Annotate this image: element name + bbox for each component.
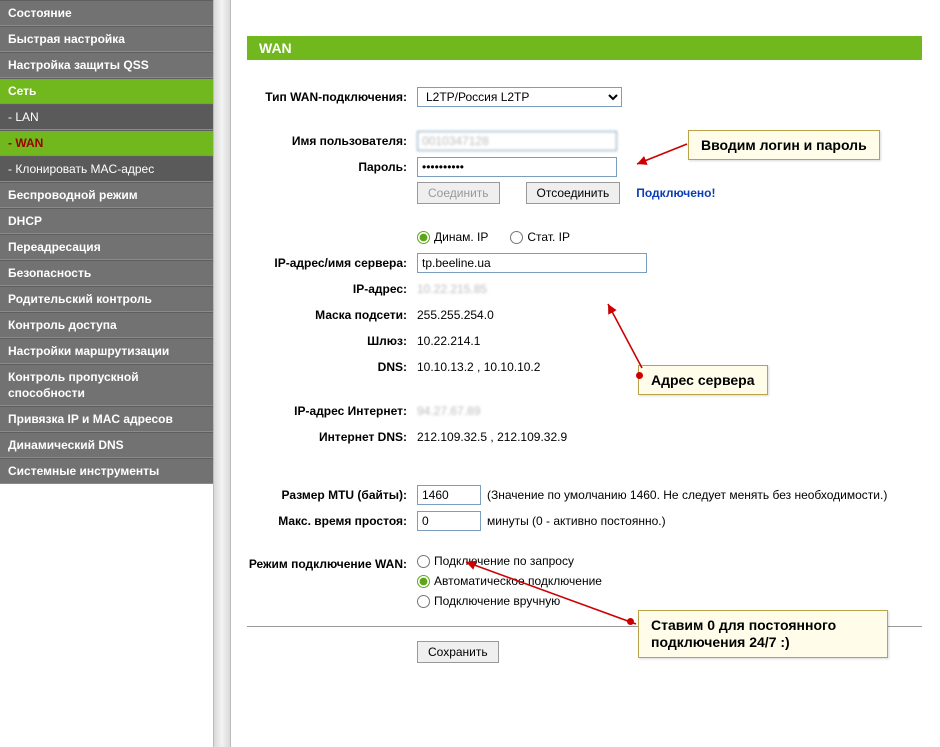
- username-label: Имя пользователя:: [247, 134, 417, 148]
- connect-button[interactable]: Соединить: [417, 182, 500, 204]
- sidebar-item-17[interactable]: Системные инструменты: [0, 458, 213, 484]
- disconnect-button[interactable]: Отсоединить: [526, 182, 621, 204]
- sidebar-item-2[interactable]: Настройка защиты QSS: [0, 52, 213, 78]
- gw-label: Шлюз:: [247, 334, 417, 348]
- gw-value: 10.22.214.1: [417, 334, 480, 348]
- server-label: IP-адрес/имя сервера:: [247, 256, 417, 270]
- sidebar: СостояниеБыстрая настройкаНастройка защи…: [0, 0, 213, 747]
- divider: [247, 626, 922, 627]
- idle-input[interactable]: [417, 511, 481, 531]
- sidebar-item-5[interactable]: - WAN: [0, 130, 213, 156]
- idle-hint: минуты (0 - активно постоянно.): [487, 514, 666, 528]
- mtu-label: Размер MTU (байты):: [247, 488, 417, 502]
- sidebar-item-12[interactable]: Контроль доступа: [0, 312, 213, 338]
- dynip-radio[interactable]: Динам. IP: [417, 230, 488, 244]
- mask-label: Маска подсети:: [247, 308, 417, 322]
- sidebar-item-11[interactable]: Родительский контроль: [0, 286, 213, 312]
- sidebar-item-8[interactable]: DHCP: [0, 208, 213, 234]
- sidebar-item-0[interactable]: Состояние: [0, 0, 213, 26]
- mtu-hint: (Значение по умолчанию 1460. Не следует …: [487, 488, 887, 502]
- sidebar-item-10[interactable]: Безопасность: [0, 260, 213, 286]
- dot-icon: [627, 618, 634, 625]
- save-button[interactable]: Сохранить: [417, 641, 499, 663]
- dns-label: DNS:: [247, 360, 417, 374]
- mode-manual-radio[interactable]: Подключение вручную: [417, 594, 560, 608]
- sidebar-item-13[interactable]: Настройки маршрутизации: [0, 338, 213, 364]
- wan-type-label: Тип WAN-подключения:: [247, 90, 417, 104]
- wan-type-select[interactable]: L2TP/Россия L2TP: [417, 87, 622, 107]
- mode-demand-radio[interactable]: Подключение по запросу: [417, 554, 574, 568]
- username-input[interactable]: [417, 131, 617, 151]
- mode-auto-radio[interactable]: Автоматическое подключение: [417, 574, 602, 588]
- mask-value: 255.255.254.0: [417, 308, 494, 322]
- sidebar-item-16[interactable]: Динамический DNS: [0, 432, 213, 458]
- inetdns-label: Интернет DNS:: [247, 430, 417, 444]
- sidebar-item-14[interactable]: Контроль пропускной способности: [0, 364, 213, 406]
- connection-status: Подключено!: [636, 186, 715, 200]
- sidebar-item-4[interactable]: - LAN: [0, 104, 213, 130]
- inetdns-value: 212.109.32.5 , 212.109.32.9: [417, 430, 567, 444]
- password-input[interactable]: [417, 157, 617, 177]
- inetip-label: IP-адрес Интернет:: [247, 404, 417, 418]
- dot-icon: [636, 372, 643, 379]
- ip-label: IP-адрес:: [247, 282, 417, 296]
- password-label: Пароль:: [247, 160, 417, 174]
- inetip-value: 94.27.67.89: [417, 404, 480, 418]
- sidebar-item-9[interactable]: Переадресация: [0, 234, 213, 260]
- mtu-input[interactable]: [417, 485, 481, 505]
- ip-value: 10.22.215.85: [417, 282, 487, 296]
- mode-label: Режим подключение WAN:: [247, 554, 417, 571]
- sidebar-item-6[interactable]: - Клонировать MAC-адрес: [0, 156, 213, 182]
- sidebar-item-15[interactable]: Привязка IP и MAC адресов: [0, 406, 213, 432]
- sidebar-item-7[interactable]: Беспроводной режим: [0, 182, 213, 208]
- statip-radio[interactable]: Стат. IP: [510, 230, 570, 244]
- page-title: WAN: [247, 36, 922, 60]
- server-input[interactable]: [417, 253, 647, 273]
- main-content: WAN Тип WAN-подключения: L2TP/Россия L2T…: [247, 0, 922, 663]
- scrollbar[interactable]: [213, 0, 231, 747]
- idle-label: Макс. время простоя:: [247, 514, 417, 528]
- dns-value: 10.10.13.2 , 10.10.10.2: [417, 360, 540, 374]
- sidebar-item-1[interactable]: Быстрая настройка: [0, 26, 213, 52]
- sidebar-item-3[interactable]: Сеть: [0, 78, 213, 104]
